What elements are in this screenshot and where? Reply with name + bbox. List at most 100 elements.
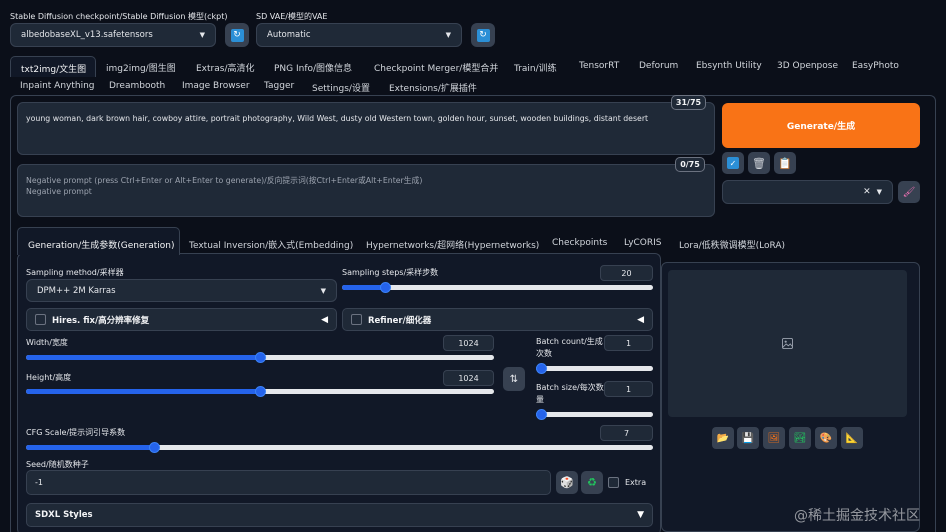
extra-checkbox[interactable] xyxy=(608,477,619,488)
tab-dreambooth[interactable]: Dreambooth xyxy=(109,81,165,91)
ruler-button[interactable]: 📐 xyxy=(841,427,863,449)
slider-thumb[interactable] xyxy=(536,363,547,374)
slider-thumb[interactable] xyxy=(255,386,266,397)
checkpoint-dropdown[interactable]: albedobaseXL_v13.safetensors ▼ xyxy=(10,23,216,47)
batch-count-input[interactable]: 1 xyxy=(604,335,653,351)
random-seed-button[interactable]: 🎲 xyxy=(556,471,578,494)
trash-icon: 🗑 xyxy=(752,156,766,170)
sdxl-styles-accordion[interactable]: SDXL Styles ▼ xyxy=(26,503,653,527)
send-to-extras-button[interactable]: 🎨 xyxy=(815,427,837,449)
recycle-icon: ♻ xyxy=(587,476,597,489)
tab-image-browser[interactable]: Image Browser xyxy=(182,81,250,91)
tab-lora[interactable]: Lora/低秩微调模型(LoRA) xyxy=(679,238,785,251)
refiner-accordion[interactable]: Refiner/细化器 ◀ xyxy=(342,308,653,331)
tab-txt2img[interactable]: txt2img/文生图 xyxy=(10,56,96,77)
batch-count-slider[interactable] xyxy=(536,363,653,374)
width-slider[interactable] xyxy=(26,352,494,363)
cfg-scale-slider[interactable] xyxy=(26,442,653,453)
batch-size-input[interactable]: 1 xyxy=(604,381,653,397)
expand-icon: ▼ xyxy=(637,510,644,520)
vae-value: Automatic xyxy=(267,30,311,40)
palette-icon: 🎨 xyxy=(819,432,833,444)
slider-thumb[interactable] xyxy=(149,442,160,453)
tab-deforum[interactable]: Deforum xyxy=(639,61,678,71)
collapse-icon: ◀ xyxy=(321,314,328,325)
read-params-button[interactable]: ✓ xyxy=(722,152,744,174)
vae-dropdown[interactable]: Automatic ▼ xyxy=(256,23,462,47)
tab-tagger[interactable]: Tagger xyxy=(264,81,294,91)
tab-lycoris[interactable]: LyCORIS xyxy=(624,238,662,248)
swap-dimensions-button[interactable]: ⇅ xyxy=(503,367,525,391)
negative-prompt-placeholder: Negative prompt (press Ctrl+Enter or Alt… xyxy=(26,176,423,185)
refresh-checkpoint-button[interactable]: ↻ xyxy=(225,23,249,47)
hires-fix-checkbox[interactable] xyxy=(35,314,46,325)
tab-hypernetworks[interactable]: Hypernetworks/超网络(Hypernetworks) xyxy=(366,238,539,251)
cfg-scale-input[interactable]: 7 xyxy=(600,425,653,441)
hires-fix-accordion[interactable]: Hires. fix/高分辨率修复 ◀ xyxy=(26,308,337,331)
slider-thumb[interactable] xyxy=(536,409,547,420)
image-output-area xyxy=(668,270,907,417)
chevron-down-icon: ▼ xyxy=(445,31,451,39)
tab-extras[interactable]: Extras/高清化 xyxy=(196,61,254,74)
tab-generation[interactable]: Generation/生成参数(Generation) xyxy=(17,227,180,255)
tab-textual-inversion[interactable]: Textual Inversion/嵌入式(Embedding) xyxy=(189,238,353,251)
generate-button[interactable]: Generate/生成 xyxy=(722,103,920,148)
batch-count-label-line1: Batch count/生成 xyxy=(536,337,603,346)
batch-count-label: Batch count/生成 次数 xyxy=(536,336,603,360)
sampling-steps-slider[interactable] xyxy=(342,282,653,293)
batch-size-label: Batch size/每次数 量 xyxy=(536,382,604,406)
tab-train[interactable]: Train/训练 xyxy=(514,61,557,74)
slider-thumb[interactable] xyxy=(380,282,391,293)
tab-img2img[interactable]: img2img/图生图 xyxy=(106,61,176,74)
tab-tensorrt[interactable]: TensorRT xyxy=(579,61,619,71)
picture-icon: 🏞 xyxy=(793,432,807,444)
refresh-vae-button[interactable]: ↻ xyxy=(471,23,495,47)
tab-inpaint-anything[interactable]: Inpaint Anything xyxy=(20,81,95,91)
tab-png-info[interactable]: PNG Info/图像信息 xyxy=(274,61,352,74)
image-icon xyxy=(782,338,793,349)
batch-size-label-line1: Batch size/每次数 xyxy=(536,383,604,392)
hires-fix-label: Hires. fix/高分辨率修复 xyxy=(52,315,150,326)
paste-button[interactable]: 📋 xyxy=(774,152,796,174)
clear-icon[interactable]: ✕ xyxy=(863,187,871,197)
height-input[interactable]: 1024 xyxy=(443,370,494,386)
tab-easyphoto[interactable]: EasyPhoto xyxy=(852,61,899,71)
checkpoint-value: albedobaseXL_v13.safetensors xyxy=(21,30,153,40)
edit-styles-button[interactable]: 🖌 xyxy=(898,181,920,203)
open-folder-button[interactable]: 📂 xyxy=(712,427,734,449)
save-button[interactable]: 💾 xyxy=(737,427,759,449)
extra-seed-toggle[interactable]: Extra xyxy=(608,477,646,488)
sampling-steps-input[interactable]: 20 xyxy=(600,265,653,281)
folder-icon: 📂 xyxy=(716,432,730,444)
clear-prompt-button[interactable]: 🗑 xyxy=(748,152,770,174)
tab-ebsynth-utility[interactable]: Ebsynth Utility xyxy=(696,61,762,71)
send-to-inpaint-button[interactable]: 🏞 xyxy=(789,427,811,449)
extra-label: Extra xyxy=(625,478,647,487)
seed-input[interactable]: -1 xyxy=(26,470,551,495)
prompt-token-counter: 31/75 xyxy=(671,95,706,110)
styles-dropdown[interactable]: ✕ ▼ xyxy=(722,180,893,204)
brush-icon: 🖌 xyxy=(902,186,916,198)
batch-size-slider[interactable] xyxy=(536,409,653,420)
height-slider[interactable] xyxy=(26,386,494,397)
height-label: Height/高度 xyxy=(26,373,72,382)
slider-thumb[interactable] xyxy=(255,352,266,363)
slider-fill xyxy=(26,389,260,394)
batch-count-label-line2: 次数 xyxy=(536,349,552,358)
tab-3d-openpose[interactable]: 3D Openpose xyxy=(777,61,838,71)
tab-settings[interactable]: Settings/设置 xyxy=(312,81,370,94)
tab-extensions[interactable]: Extensions/扩展插件 xyxy=(389,81,477,94)
tab-checkpoints[interactable]: Checkpoints xyxy=(552,238,607,248)
negative-prompt-textarea[interactable]: Negative prompt (press Ctrl+Enter or Alt… xyxy=(17,164,715,217)
vae-label: SD VAE/模型的VAE xyxy=(256,12,328,21)
sdxl-styles-label: SDXL Styles xyxy=(35,510,93,520)
refresh-icon: ↻ xyxy=(476,28,490,42)
send-to-img2img-button[interactable]: 🖼 xyxy=(763,427,785,449)
refiner-checkbox[interactable] xyxy=(351,314,362,325)
tab-checkpoint-merger[interactable]: Checkpoint Merger/模型合并 xyxy=(374,61,498,74)
ruler-icon: 📐 xyxy=(845,432,859,444)
sampling-method-dropdown[interactable]: DPM++ 2M Karras ▼ xyxy=(26,279,337,302)
reuse-seed-button[interactable]: ♻ xyxy=(581,471,603,494)
prompt-textarea[interactable]: young woman, dark brown hair, cowboy att… xyxy=(17,102,715,155)
width-input[interactable]: 1024 xyxy=(443,335,494,351)
